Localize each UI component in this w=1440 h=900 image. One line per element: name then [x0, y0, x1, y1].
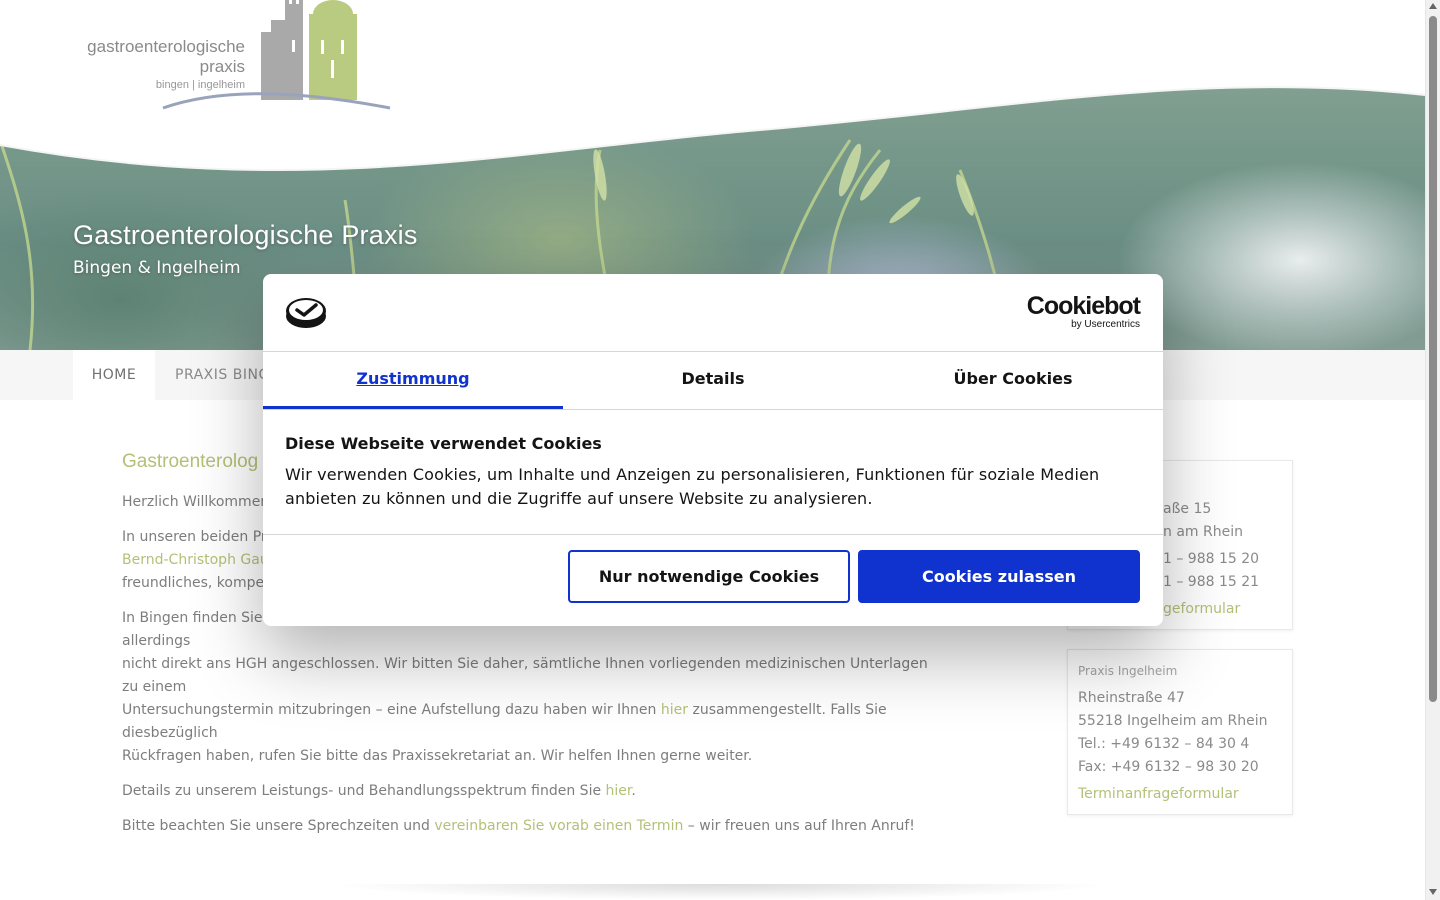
cookiebot-logo[interactable]: Cookiebot by Usercentrics	[1026, 292, 1141, 331]
cookie-consent-dialog: Cookiebot by Usercentrics Zustimmung Det…	[263, 274, 1163, 626]
page-scrollbar[interactable]	[1425, 0, 1440, 900]
cookiebot-brand-sub: by Usercentrics	[1071, 319, 1140, 330]
allow-cookies-button[interactable]: Cookies zulassen	[858, 550, 1140, 603]
scrollbar-thumb[interactable]	[1429, 16, 1437, 702]
cookie-check-icon	[286, 298, 326, 328]
cookie-text: Wir verwenden Cookies, um Inhalte und An…	[285, 465, 1100, 508]
cookiebot-brand: Cookiebot	[1026, 292, 1141, 320]
tab-ueber-cookies[interactable]: Über Cookies	[863, 352, 1163, 409]
cookie-tabs: Zustimmung Details Über Cookies	[263, 352, 1163, 410]
scroll-up-icon[interactable]	[1429, 3, 1437, 9]
necessary-cookies-button[interactable]: Nur notwendige Cookies	[568, 550, 850, 603]
tab-zustimmung[interactable]: Zustimmung	[263, 352, 563, 409]
cookie-heading: Diese Webseite verwendet Cookies	[285, 434, 602, 453]
cookie-dialog-footer: Nur notwendige Cookies Cookies zulassen	[263, 534, 1163, 626]
cookie-dialog-header: Cookiebot by Usercentrics	[263, 274, 1163, 352]
scroll-down-icon[interactable]	[1429, 889, 1437, 895]
cookie-dialog-body: Diese Webseite verwendet Cookies Wir ver…	[285, 434, 1145, 511]
tab-details[interactable]: Details	[563, 352, 863, 409]
